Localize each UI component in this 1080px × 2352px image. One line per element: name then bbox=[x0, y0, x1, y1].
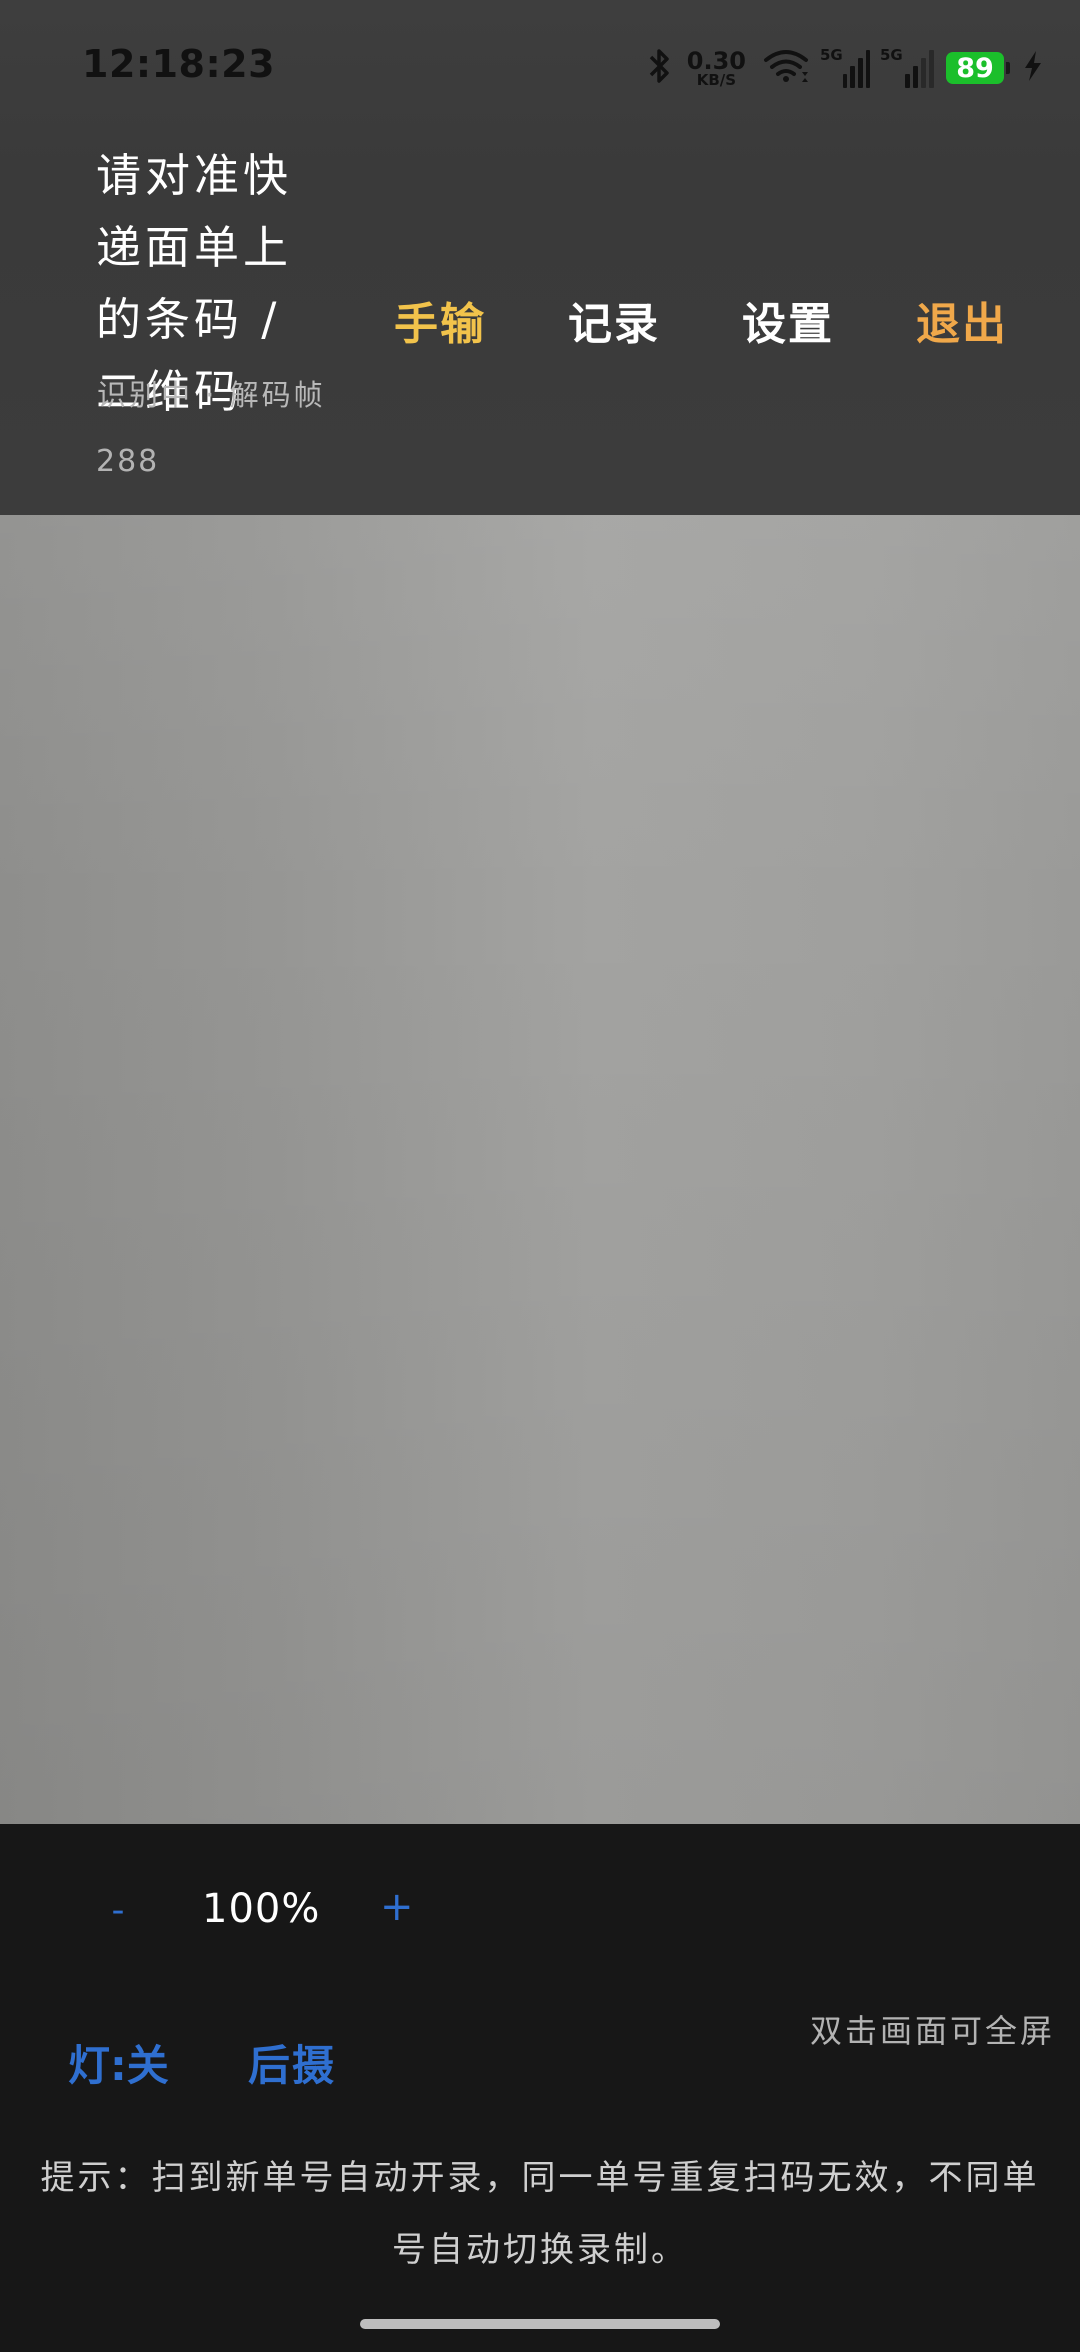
camera-switch-button[interactable]: 后摄 bbox=[248, 2032, 336, 2093]
charging-icon bbox=[1022, 49, 1044, 87]
signal-icon: 5G bbox=[820, 46, 871, 88]
action-bar: 手输 记录 设置 退出 bbox=[394, 288, 1006, 350]
status-icons: 0.30 KB/S 5G 5G 89 bbox=[647, 46, 1044, 90]
wifi-icon bbox=[762, 48, 810, 88]
status-time: 12:18:23 bbox=[82, 42, 276, 86]
home-indicator[interactable] bbox=[360, 2319, 720, 2329]
zoom-out-button[interactable]: - bbox=[106, 1890, 130, 1931]
signal-icon: 5G bbox=[880, 46, 936, 88]
signal-1-label: 5G bbox=[820, 46, 843, 64]
flashlight-toggle[interactable]: 灯:关 bbox=[68, 2032, 169, 2093]
camera-preview[interactable] bbox=[0, 515, 1080, 1824]
zoom-level: 100% bbox=[202, 1886, 321, 1932]
zoom-in-button[interactable]: + bbox=[380, 1884, 414, 1930]
signal-2-label: 5G bbox=[880, 46, 903, 64]
frame-counter: 288 bbox=[96, 444, 160, 479]
net-speed-unit: KB/S bbox=[696, 70, 737, 89]
bluetooth-icon bbox=[647, 47, 671, 89]
net-speed-value: 0.30 bbox=[686, 46, 746, 75]
records-button[interactable]: 记录 bbox=[568, 288, 658, 350]
usage-tip: 提示：扫到新单号自动开录，同一单号重复扫码无效，不同单号自动切换录制。 bbox=[40, 2158, 1040, 2270]
status-bar: 12:18:23 0.30 KB/S 5G 5G 89 bbox=[0, 0, 1080, 130]
fullscreen-hint: 双击画面可全屏 bbox=[810, 2012, 1056, 2050]
settings-button[interactable]: 设置 bbox=[742, 288, 832, 350]
battery-level: 89 bbox=[956, 52, 994, 84]
bottom-panel: - 100% + 双击画面可全屏 灯:关 后摄 提示：扫到新单号自动开录，同一单… bbox=[0, 1824, 1080, 2352]
battery-icon: 89 bbox=[946, 52, 1010, 84]
exit-button[interactable]: 退出 bbox=[916, 288, 1006, 350]
top-panel: 12:18:23 0.30 KB/S 5G 5G 89 请对准快递面单上的条码 … bbox=[0, 0, 1080, 515]
net-speed: 0.30 KB/S bbox=[687, 49, 746, 88]
recognition-status: 识别中 · 解码帧 bbox=[97, 378, 326, 412]
manual-input-button[interactable]: 手输 bbox=[394, 288, 484, 350]
